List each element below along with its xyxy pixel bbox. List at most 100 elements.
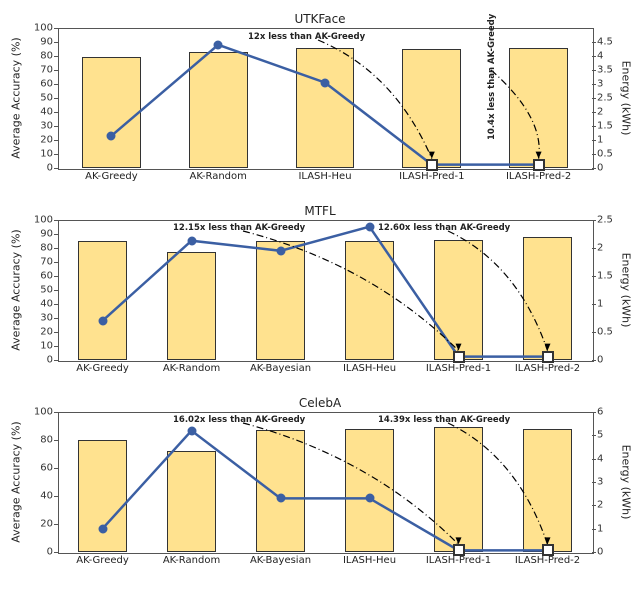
line-marker [453,351,465,363]
x-category: ILASH-Pred-2 [515,555,580,566]
y-right-tick: 1 [597,523,603,534]
y-right-tick: 2 [597,500,603,511]
line-marker [453,544,465,556]
y-right-tick: 1.5 [597,121,613,132]
y-left-tick: 40 [40,107,53,118]
bar [523,237,572,360]
chart-title: UTKFace [4,12,636,26]
chart-panel: UTKFace Average Accuracy (%) Energy (kWh) 0… [4,12,636,190]
annotation: 16.02x less than AK-Greedy [173,415,305,425]
bar [509,48,568,168]
y-axis-right-label: Energy (kWh) [620,445,633,520]
y-left-tick: 90 [40,37,53,48]
chart-panel: CelebA Average Accuracy (%) Energy (kWh) 0 2… [4,396,636,574]
y-axis-left-label: Average Accuracy (%) [10,421,23,542]
plot-area [58,220,594,362]
x-category: AK-Greedy [76,363,129,374]
bar [82,57,141,168]
y-left-tick: 100 [34,23,53,34]
bar [434,240,483,360]
y-left-tick: 50 [40,285,53,296]
x-category: AK-Bayesian [250,555,311,566]
y-right-tick: 1.5 [597,271,613,282]
y-left-tick: 80 [40,51,53,62]
bar [256,241,305,360]
line-marker [98,524,107,533]
chart-panel: MTFLAverage Accuracy (%)Energy (kWh)0102… [4,204,636,382]
y-left-tick: 30 [40,313,53,324]
y-left-tick: 60 [40,271,53,282]
bar [256,430,305,552]
y-left-tick: 20 [40,135,53,146]
bar [345,429,394,552]
y-right-tick: 6 [597,407,603,418]
x-category: ILASH-Heu [343,555,396,566]
bar [167,252,216,360]
line-marker [542,544,554,556]
y-left-tick: 70 [40,257,53,268]
y-left-tick: 100 [34,215,53,226]
line-marker [542,351,554,363]
line-marker [107,131,116,140]
y-right-tick: 1 [597,135,603,146]
y-right-tick: 0.5 [597,149,613,160]
line-marker [365,494,374,503]
y-right-tick: 4 [597,51,603,62]
y-left-tick: 60 [40,79,53,90]
y-right-tick: 2.5 [597,215,613,226]
x-category: ILASH-Heu [343,363,396,374]
annotation: 12.60x less than AK-Greedy [378,223,510,233]
line-marker [98,316,107,325]
y-left-tick: 60 [40,463,53,474]
x-category: ILASH-Pred-1 [426,363,491,374]
y-right-tick: 4 [597,453,603,464]
y-left-tick: 0 [47,547,53,558]
y-left-tick: 70 [40,65,53,76]
y-left-tick: 0 [47,355,53,366]
y-left-tick: 30 [40,121,53,132]
x-category: ILASH-Heu [298,171,351,182]
x-category: AK-Random [163,555,220,566]
y-right-tick: 2 [597,243,603,254]
y-axis-right-label: Energy (kWh) [620,253,633,328]
y-right-tick: 0 [597,547,603,558]
x-category: AK-Random [163,363,220,374]
line-marker [426,159,438,171]
bar [296,48,355,168]
y-axis-right-label: Energy (kWh) [620,61,633,136]
bar [78,440,127,552]
x-category: AK-Random [190,171,247,182]
y-right-tick: 3.5 [597,65,613,76]
y-right-tick: 4.5 [597,37,613,48]
y-right-tick: 0 [597,355,603,366]
y-left-tick: 80 [40,243,53,254]
y-right-tick: 3 [597,477,603,488]
y-right-tick: 5 [597,430,603,441]
bar [345,241,394,360]
line-marker [187,426,196,435]
x-category: ILASH-Pred-1 [399,171,464,182]
y-left-tick: 80 [40,435,53,446]
x-category: AK-Greedy [85,171,138,182]
y-left-tick: 50 [40,93,53,104]
y-right-tick: 0 [597,163,603,174]
line-marker [276,494,285,503]
x-category: ILASH-Pred-1 [426,555,491,566]
line-marker [187,236,196,245]
x-category: ILASH-Pred-2 [515,363,580,374]
annotation: 14.39x less than AK-Greedy [378,415,510,425]
y-right-tick: 1 [597,299,603,310]
bar [523,429,572,552]
x-category: AK-Greedy [76,555,129,566]
chart-title: CelebA [4,396,636,410]
annotation: 10.4x less than AK-Greedy [487,14,497,140]
y-right-tick: 0.5 [597,327,613,338]
bar [402,49,461,168]
x-category: AK-Bayesian [250,363,311,374]
bar [167,451,216,552]
line-marker [276,246,285,255]
y-axis-left-label: Average Accuracy (%) [10,229,23,350]
y-right-tick: 2.5 [597,93,613,104]
y-left-tick: 20 [40,519,53,530]
y-axis-left-label: Average Accuracy (%) [10,37,23,158]
